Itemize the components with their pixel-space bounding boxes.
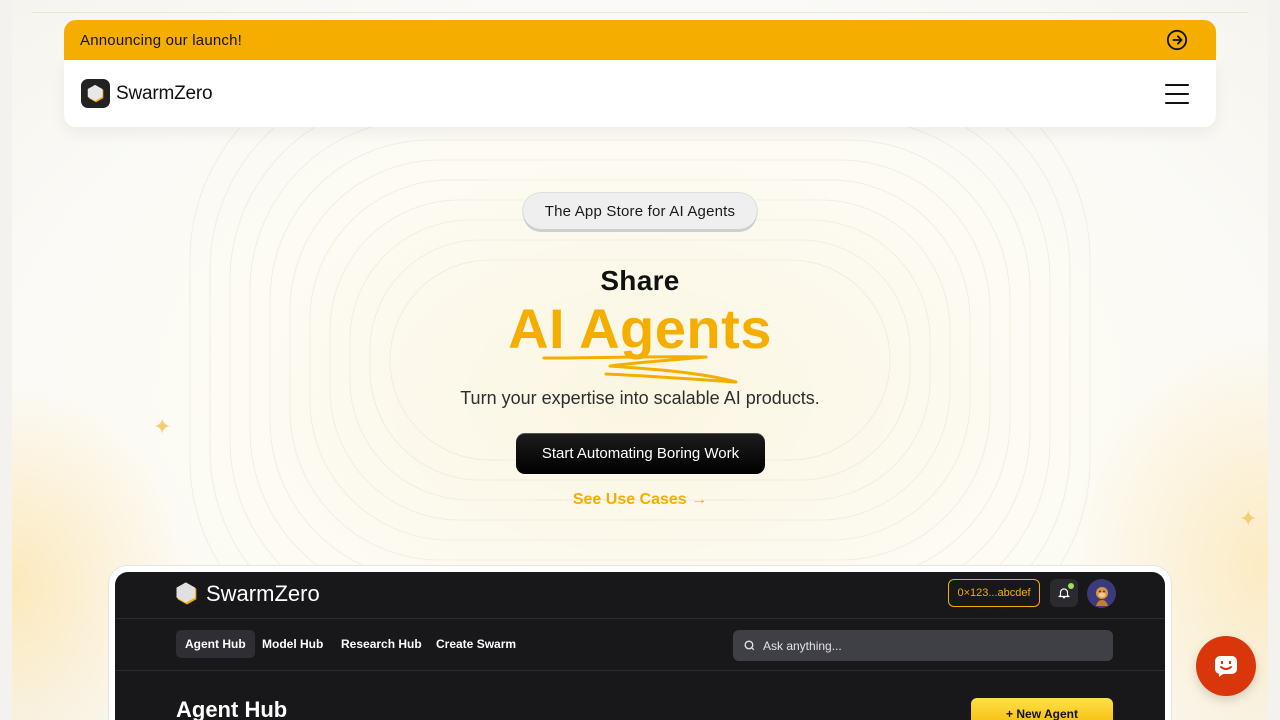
preview-logo-icon — [176, 582, 197, 605]
preview-search-input[interactable]: Ask anything... — [733, 630, 1113, 661]
swarmzero-logo-icon — [81, 79, 110, 108]
top-navbar: SwarmZero — [64, 60, 1216, 127]
tab-agent-hub[interactable]: Agent Hub — [176, 630, 255, 658]
start-automating-button[interactable]: Start Automating Boring Work — [516, 433, 765, 474]
hero-subtitle: Turn your expertise into scalable AI pro… — [460, 388, 820, 408]
preview-brand-name: SwarmZero — [206, 581, 320, 606]
sparkle-left-icon: ✦ — [153, 414, 172, 439]
wallet-address-button[interactable]: 0×123...abcdef — [948, 579, 1040, 607]
brand-name: SwarmZero — [116, 82, 213, 104]
tab-create-swarm[interactable]: Create Swarm — [427, 630, 525, 658]
tab-research-hub[interactable]: Research Hub — [332, 630, 431, 658]
tagline-pill: The App Store for AI Agents — [523, 193, 757, 229]
tab-model-hub[interactable]: Model Hub — [253, 630, 332, 658]
search-icon — [744, 640, 755, 651]
app-preview-frame: SwarmZero 0×123...abcdef Agent Hub Model… — [109, 566, 1171, 720]
chat-face-icon[interactable] — [1196, 636, 1256, 696]
notification-dot — [1068, 583, 1074, 589]
announcement-text: Announcing our launch! — [80, 31, 243, 49]
sparkle-right-icon: ✦ — [1239, 506, 1258, 531]
top-divider — [32, 12, 1248, 13]
scribble-underline — [542, 355, 738, 384]
hero-heading-line1: Share — [600, 265, 680, 296]
hamburger-menu-icon[interactable] — [1165, 83, 1189, 104]
see-use-cases-link[interactable]: See Use Cases → — [0, 491, 1280, 509]
preview-brand[interactable]: SwarmZero — [173, 580, 320, 608]
announcement-banner[interactable]: Announcing our launch! — [64, 20, 1216, 60]
app-preview: SwarmZero 0×123...abcdef Agent Hub Model… — [115, 572, 1165, 720]
arrow-circle-right-icon[interactable] — [1166, 29, 1188, 51]
preview-nav: Agent Hub Model Hub Research Hub Create … — [115, 619, 1165, 671]
brand-logo[interactable]: SwarmZero — [81, 79, 213, 108]
new-agent-button[interactable]: + New Agent — [971, 698, 1113, 720]
user-avatar[interactable] — [1087, 579, 1116, 608]
preview-page-title: Agent Hub — [176, 697, 288, 720]
preview-topbar: SwarmZero 0×123...abcdef — [115, 572, 1165, 619]
notification-bell-icon[interactable] — [1050, 579, 1078, 607]
search-placeholder: Ask anything... — [763, 638, 842, 653]
